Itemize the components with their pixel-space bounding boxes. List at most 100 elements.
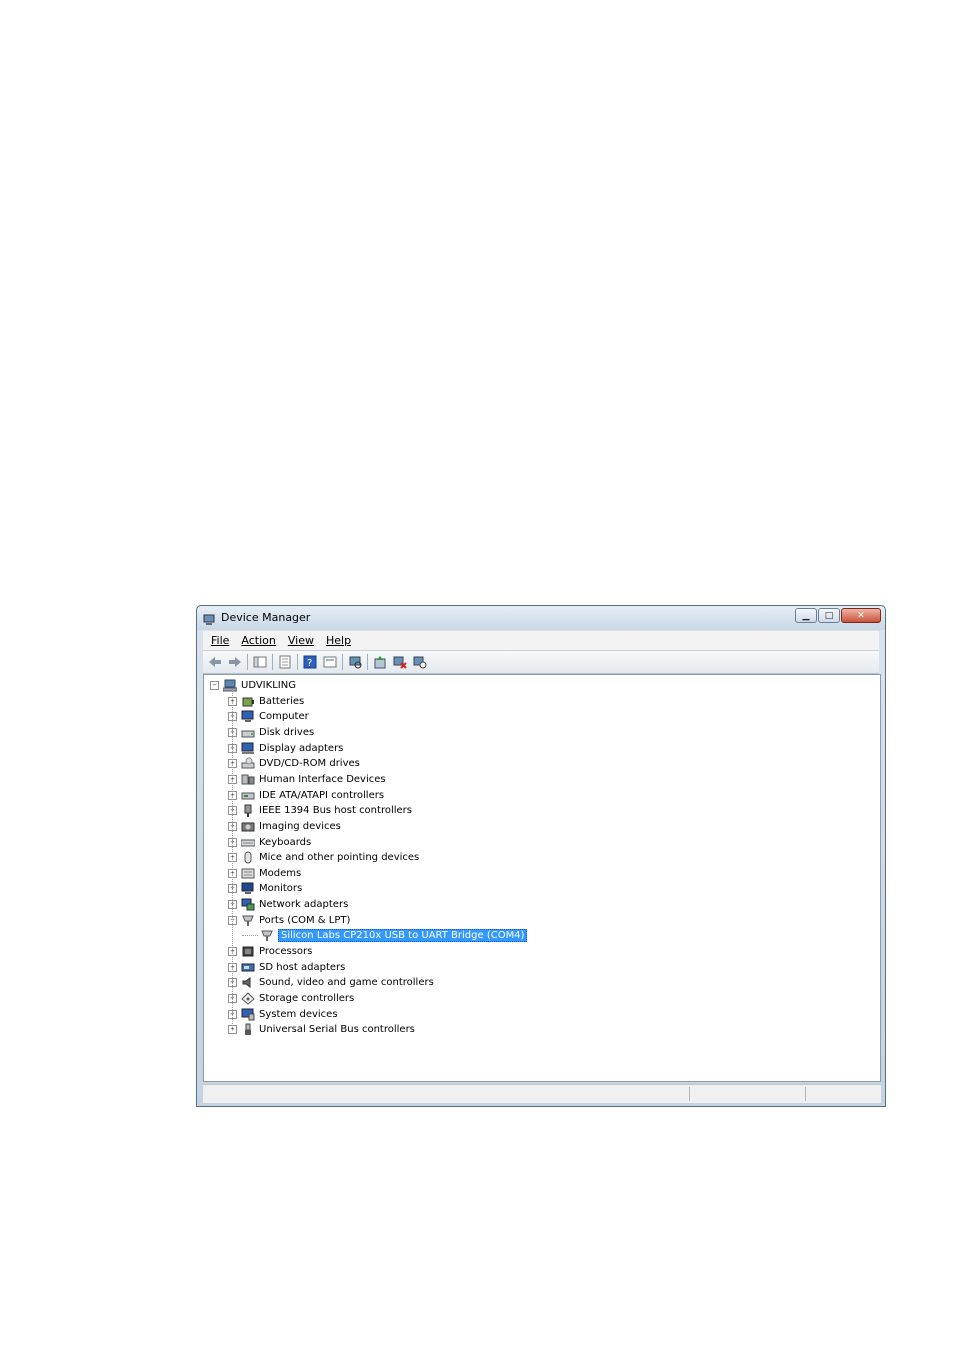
monitor-icon (241, 882, 255, 895)
menu-view[interactable]: View (288, 634, 314, 647)
tree-category-label: Monitors (259, 883, 303, 895)
tree-category-label: Universal Serial Bus controllers (259, 1024, 415, 1036)
tree-connector (242, 935, 258, 937)
collapse-toggle[interactable]: − (210, 681, 219, 690)
tree-root[interactable]: − UDVIKLING (210, 678, 296, 693)
device-manager-window: Device Manager ▁ □ ✕ File Action View He… (196, 605, 886, 1107)
ieee1394-icon (241, 804, 255, 818)
maximize-button[interactable]: □ (818, 608, 840, 623)
tree-category-processors[interactable]: + Processors (228, 944, 312, 959)
window-controls: ▁ □ ✕ (794, 608, 881, 623)
show-hide-tree-icon[interactable] (252, 654, 268, 670)
tree-category-label: SD host adapters (259, 961, 346, 973)
tree-category-sound-video-and-game-controllers[interactable]: + Sound, video and game controllers (228, 975, 434, 990)
tree-category-keyboards[interactable]: + Keyboards (228, 835, 311, 850)
tree-category-label: Batteries (259, 695, 305, 707)
status-separator (689, 1087, 690, 1101)
disable-icon[interactable] (412, 654, 428, 670)
device-tree[interactable]: − UDVIKLING + Batteries + Computer + Disk dri… (203, 674, 881, 1082)
tree-category-label: IEEE 1394 Bus host controllers (259, 805, 412, 817)
forward-icon[interactable] (227, 654, 243, 670)
sd-adapter-icon (241, 961, 255, 974)
device-manager-icon (203, 611, 215, 625)
modem-icon (241, 867, 255, 880)
tree-device-item[interactable]: Silicon Labs CP210x USB to UART Bridge (… (242, 928, 528, 943)
back-icon[interactable] (207, 654, 223, 670)
tree-category-label: IDE ATA/ATAPI controllers (259, 789, 385, 801)
tree-category-label: Network adapters (259, 899, 349, 911)
port-icon (241, 914, 255, 927)
help-icon[interactable]: ? (302, 654, 318, 670)
tree-device-label: Silicon Labs CP210x USB to UART Bridge (… (278, 929, 528, 943)
tree-category-ide-ata-atapi-controllers[interactable]: + IDE ATA/ATAPI controllers (228, 788, 384, 803)
tree-category-sd-host-adapters[interactable]: + SD host adapters (228, 960, 345, 975)
storage-controller-icon (241, 992, 255, 1005)
toolbar-separator (272, 654, 273, 670)
computer-network-icon (223, 679, 237, 692)
menu-action[interactable]: Action (241, 634, 275, 647)
tree-category-display-adapters[interactable]: + Display adapters (228, 741, 343, 756)
tree-category-network-adapters[interactable]: + Network adapters (228, 897, 348, 912)
tree-category-label: Keyboards (259, 836, 312, 848)
ide-controller-icon (241, 789, 255, 802)
tree-category-label: Ports (COM & LPT) (259, 914, 351, 926)
svg-text:?: ? (307, 658, 312, 669)
tree-category-label: DVD/CD-ROM drives (259, 758, 360, 770)
tree-connector (232, 690, 233, 1031)
camera-icon (241, 820, 255, 833)
tree-category-universal-serial-bus-controllers[interactable]: + Universal Serial Bus controllers (228, 1022, 415, 1037)
tree-category-computer[interactable]: + Computer (228, 709, 309, 724)
tree-category-modems[interactable]: + Modems (228, 866, 301, 881)
toolbar: ? (203, 650, 879, 674)
tree-category-label: Mice and other pointing devices (259, 852, 420, 864)
processor-icon (241, 945, 255, 958)
tree-category-monitors[interactable]: + Monitors (228, 881, 302, 896)
window-title: Device Manager (221, 611, 311, 624)
minimize-icon: ▁ (802, 610, 810, 621)
tree-category-ieee-1394-bus-host-controllers[interactable]: + IEEE 1394 Bus host controllers (228, 803, 412, 818)
uninstall-icon[interactable] (392, 654, 408, 670)
scan-hardware-icon[interactable] (347, 654, 363, 670)
computer-icon (241, 710, 255, 723)
tree-category-label: Modems (259, 867, 302, 879)
menu-bar: File Action View Help (203, 631, 879, 650)
tree-category-storage-controllers[interactable]: + Storage controllers (228, 991, 354, 1006)
tree-category-mice-and-other-pointing-devices[interactable]: + Mice and other pointing devices (228, 850, 419, 865)
tree-category-disk-drives[interactable]: + Disk drives (228, 725, 314, 740)
tree-category-ports-com-lpt[interactable]: − Ports (COM & LPT) (228, 913, 350, 928)
minimize-button[interactable]: ▁ (795, 608, 817, 623)
speaker-icon (241, 976, 255, 989)
tree-category-label: Sound, video and game controllers (259, 977, 434, 989)
action-view-icon[interactable] (322, 654, 338, 670)
close-button[interactable]: ✕ (841, 608, 881, 623)
tree-root-label: UDVIKLING (241, 680, 296, 691)
tree-category-label: Imaging devices (259, 820, 341, 832)
menu-file[interactable]: File (211, 634, 229, 647)
tree-category-label: System devices (259, 1008, 338, 1020)
properties-icon[interactable] (277, 654, 293, 670)
tree-category-imaging-devices[interactable]: + Imaging devices (228, 819, 341, 834)
tree-category-label: Processors (259, 946, 313, 958)
tree-category-system-devices[interactable]: + System devices (228, 1007, 338, 1022)
update-driver-icon[interactable] (372, 654, 388, 670)
port-icon (260, 929, 274, 942)
tree-category-label: Storage controllers (259, 993, 355, 1004)
tree-category-batteries[interactable]: + Batteries (228, 694, 304, 709)
maximize-icon: □ (824, 610, 834, 621)
toolbar-separator (247, 654, 248, 670)
battery-icon (241, 695, 255, 708)
toolbar-separator (342, 654, 343, 670)
status-separator (805, 1087, 806, 1101)
tree-category-dvd-cd-rom-drives[interactable]: + DVD/CD-ROM drives (228, 756, 360, 771)
tree-category-human-interface-devices[interactable]: + Human Interface Devices (228, 772, 386, 787)
tree-category-label: Human Interface Devices (259, 773, 386, 785)
disk-drive-icon (241, 726, 255, 739)
network-adapter-icon (241, 898, 255, 911)
status-bar (203, 1084, 881, 1103)
title-bar[interactable]: Device Manager ▁ □ ✕ (197, 606, 885, 630)
tree-category-label: Disk drives (259, 726, 315, 738)
dvd-drive-icon (241, 757, 255, 770)
close-icon: ✕ (857, 610, 865, 621)
menu-help[interactable]: Help (326, 634, 351, 647)
tree-category-label: Display adapters (259, 742, 344, 754)
